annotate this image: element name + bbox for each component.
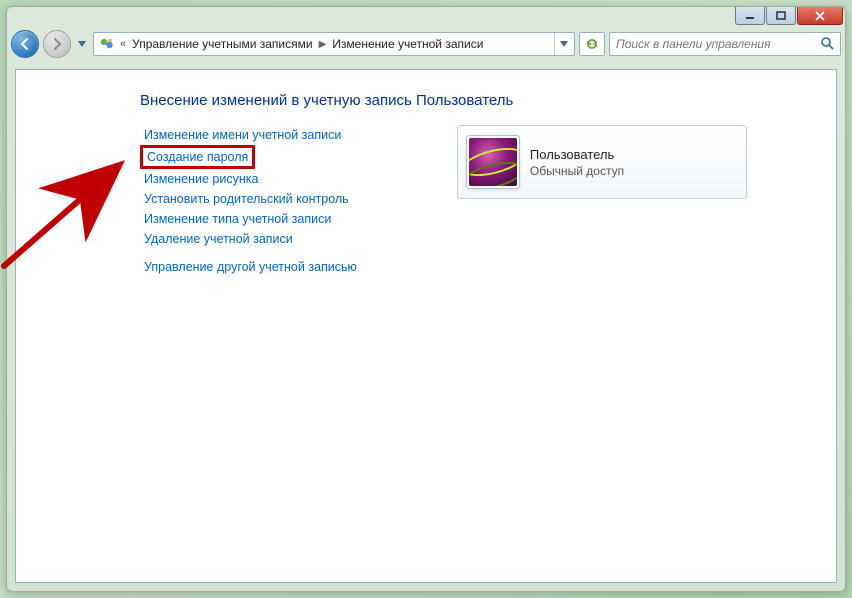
avatar-frame — [466, 135, 520, 189]
search-icon[interactable] — [820, 36, 834, 53]
action-link-list: Изменение имени учетной записи Создание … — [140, 125, 361, 277]
link-change-type[interactable]: Изменение типа учетной записи — [140, 209, 361, 229]
page-title: Внесение изменений в учетную запись Поль… — [140, 92, 816, 109]
content-area: Внесение изменений в учетную запись Поль… — [15, 69, 837, 583]
maximize-button[interactable] — [766, 7, 796, 25]
toolbar: « Управление учетными записями ▶ Изменен… — [11, 27, 841, 61]
link-create-password[interactable]: Создание пароля — [145, 149, 250, 165]
link-change-name[interactable]: Изменение имени учетной записи — [140, 125, 361, 145]
breadcrumb-item[interactable]: Изменение учетной записи — [328, 37, 487, 51]
search-box[interactable] — [609, 32, 841, 56]
user-name: Пользователь — [530, 147, 624, 162]
control-panel-icon — [98, 35, 116, 53]
link-manage-other[interactable]: Управление другой учетной записью — [140, 257, 361, 277]
forward-button[interactable] — [43, 30, 71, 58]
address-bar[interactable]: « Управление учетными записями ▶ Изменен… — [93, 32, 575, 56]
avatar-icon — [469, 138, 517, 186]
link-parental-controls[interactable]: Установить родительский контроль — [140, 189, 361, 209]
chevron-right-icon: ▶ — [317, 39, 329, 50]
window-frame: « Управление учетными записями ▶ Изменен… — [6, 6, 846, 592]
back-button[interactable] — [11, 30, 39, 58]
link-delete-account[interactable]: Удаление учетной записи — [140, 229, 361, 249]
refresh-button[interactable] — [579, 32, 605, 56]
close-button[interactable] — [797, 7, 843, 25]
user-type: Обычный доступ — [530, 164, 624, 178]
titlebar — [7, 7, 845, 27]
minimize-button[interactable] — [735, 7, 765, 25]
address-dropdown-icon[interactable] — [554, 33, 572, 55]
breadcrumb-item[interactable]: Управление учетными записями — [128, 37, 316, 51]
nav-history-dropdown[interactable] — [75, 32, 89, 56]
search-input[interactable] — [616, 37, 820, 51]
link-change-picture[interactable]: Изменение рисунка — [140, 169, 361, 189]
user-card: Пользователь Обычный доступ — [457, 125, 747, 199]
breadcrumb-overflow-icon[interactable]: « — [118, 38, 128, 50]
highlight-annotation: Создание пароля — [140, 145, 255, 169]
